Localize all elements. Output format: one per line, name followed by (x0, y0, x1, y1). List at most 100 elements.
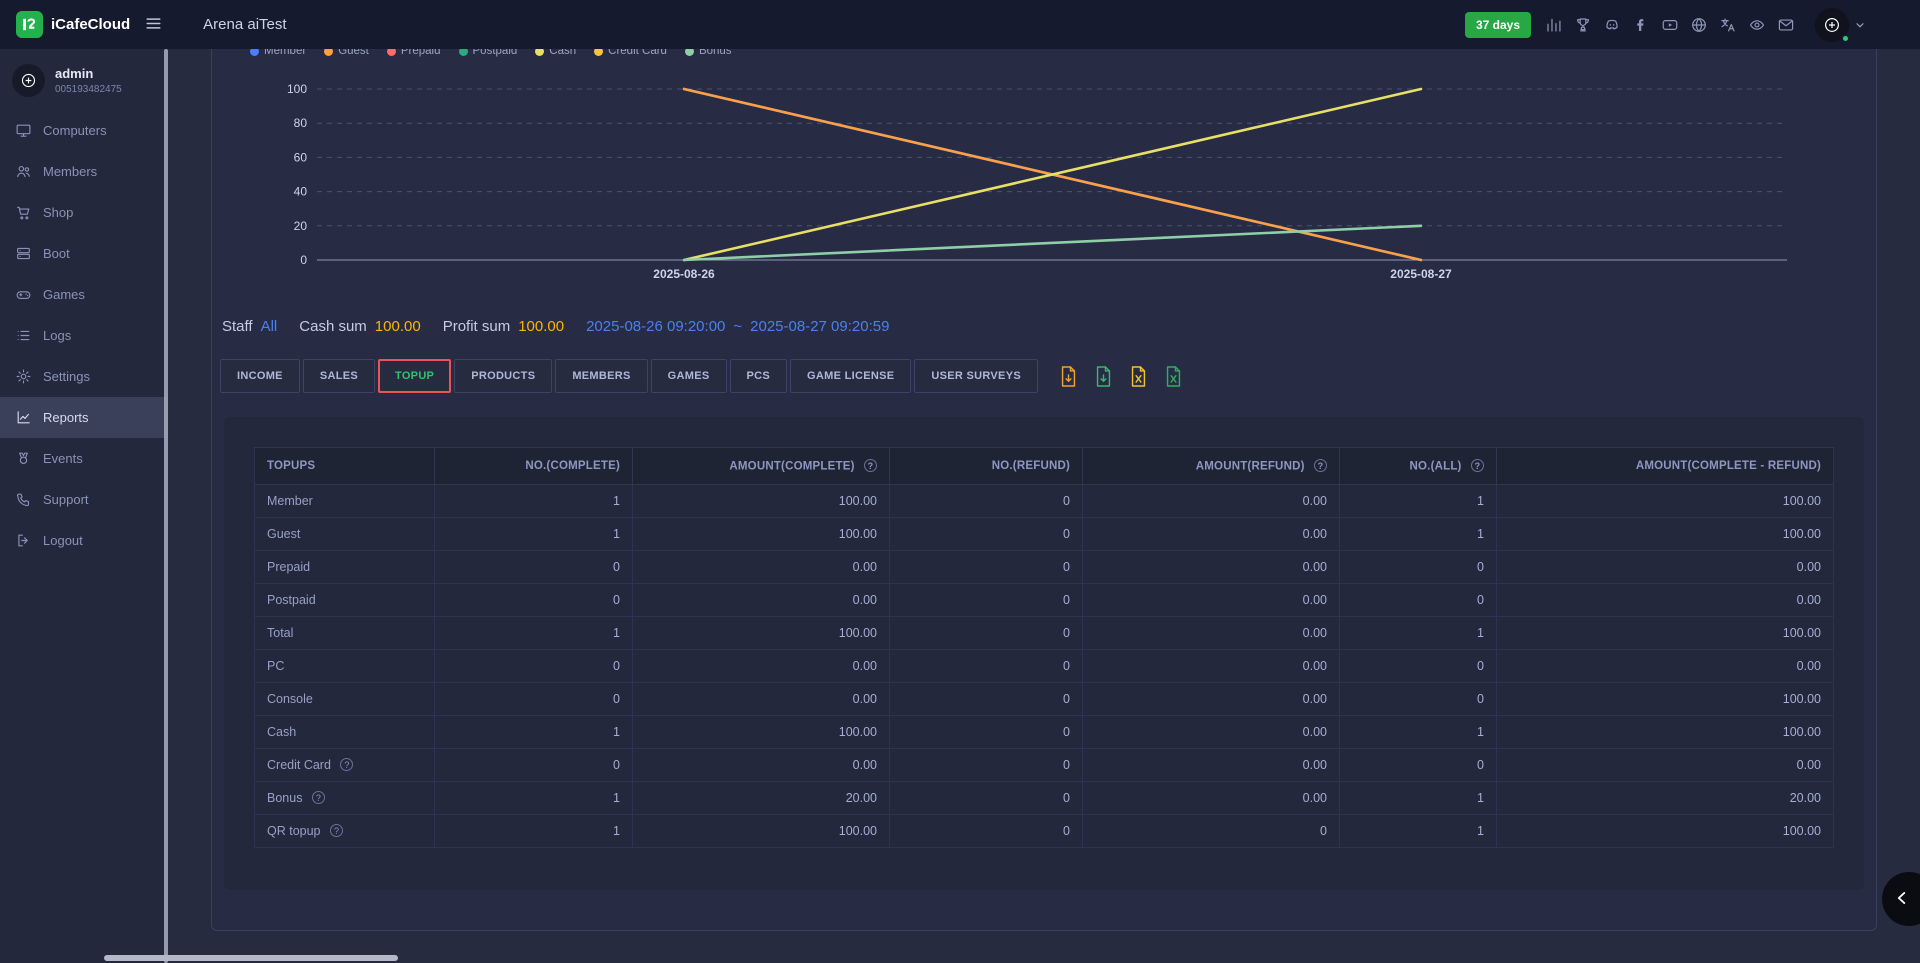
legend-strip: Member Guest Prepaid Postpaid Cash Credi… (212, 49, 1876, 62)
sidebar-item-reports[interactable]: Reports (0, 397, 168, 438)
sidebar-item-logs[interactable]: Logs (0, 315, 168, 356)
table-row-prepaid: Prepaid00.0000.0000.00 (255, 550, 1834, 583)
column-header-no-all: NO.(ALL) ? (1340, 448, 1497, 485)
cell: 0 (1340, 649, 1497, 682)
legend-item-member[interactable]: Member (250, 49, 306, 57)
website-icon[interactable] (1690, 16, 1708, 34)
sidebar-user-block[interactable]: admin 005193482475 (0, 49, 168, 110)
export-csv-icon[interactable] (1094, 365, 1113, 388)
topbar-icons (1545, 16, 1795, 34)
help-icon[interactable]: ? (864, 459, 877, 472)
cell: 0 (435, 682, 633, 715)
date-range-end[interactable]: 2025-08-27 09:20:59 (750, 318, 889, 335)
table-row-credit-card: Credit Card ?00.0000.0000.00 (255, 748, 1834, 781)
sidebar-item-members[interactable]: Members (0, 151, 168, 192)
export-xlsx-icon[interactable] (1164, 365, 1183, 388)
tab-games[interactable]: GAMES (651, 359, 727, 393)
cell: 0 (1083, 814, 1340, 847)
tab-user-surveys[interactable]: USER SURVEYS (914, 359, 1038, 393)
column-header-topups: TOPUPS (255, 448, 435, 485)
cell: 1 (1340, 781, 1497, 814)
sidebar-item-settings[interactable]: Settings (0, 356, 168, 397)
legend-dot (387, 49, 396, 56)
date-range-start[interactable]: 2025-08-26 09:20:00 (586, 318, 725, 335)
logout-icon (15, 532, 32, 549)
report-table: TOPUPSNO.(COMPLETE)AMOUNT(COMPLETE) ?NO.… (254, 447, 1834, 848)
cell: 0.00 (1497, 583, 1834, 616)
chart-legend: Member Guest Prepaid Postpaid Cash Credi… (212, 49, 1876, 61)
license-days-badge[interactable]: 37 days (1465, 12, 1531, 38)
tab-income[interactable]: INCOME (220, 359, 300, 393)
help-icon[interactable]: ? (312, 791, 325, 804)
events-icon (15, 450, 32, 467)
cell: 0.00 (1497, 748, 1834, 781)
cell: 0.00 (1083, 583, 1340, 616)
sidebar-item-logout[interactable]: Logout (0, 520, 168, 561)
legend-item-postpaid[interactable]: Postpaid (459, 49, 518, 57)
legend-item-credit-card[interactable]: Credit Card (594, 49, 667, 57)
reviews-icon[interactable] (1748, 16, 1766, 34)
analytics-icon[interactable] (1545, 16, 1563, 34)
table-row-cash: Cash1100.0000.001100.00 (255, 715, 1834, 748)
horizontal-scrollbar-thumb[interactable] (104, 955, 398, 961)
sidebar-scrollbar[interactable] (164, 49, 168, 963)
help-icon[interactable]: ? (1471, 459, 1484, 472)
export-xls-icon[interactable] (1129, 365, 1148, 388)
row-label: Cash (255, 715, 435, 748)
user-menu[interactable] (1815, 8, 1866, 42)
sidebar-item-boot[interactable]: Boot (0, 233, 168, 274)
row-label: Member (255, 484, 435, 517)
user-meta: admin 005193482475 (55, 66, 122, 95)
monitor-icon (15, 122, 32, 139)
tab-members[interactable]: MEMBERS (555, 359, 647, 393)
sidebar-nav: Computers Members Shop Boot Games Logs S… (0, 110, 168, 561)
legend-dot (535, 49, 544, 56)
table-row-member: Member1100.0000.001100.00 (255, 484, 1834, 517)
staff-filter-value[interactable]: All (261, 318, 278, 335)
cell: 1 (1340, 517, 1497, 550)
svg-text:100: 100 (287, 82, 307, 96)
legend-item-bonus[interactable]: Bonus (685, 49, 732, 57)
trophy-icon[interactable] (1574, 16, 1592, 34)
youtube-icon[interactable] (1661, 16, 1679, 34)
sidebar-toggle-button[interactable] (144, 14, 163, 36)
topbar-right: 37 days (1465, 8, 1866, 42)
svg-text:20: 20 (294, 219, 308, 233)
cell: 0 (890, 517, 1083, 550)
cell: 0 (890, 649, 1083, 682)
cell: 0 (1340, 550, 1497, 583)
translate-icon[interactable] (1719, 16, 1737, 34)
cell: 100.00 (1497, 616, 1834, 649)
cell: 0.00 (1083, 748, 1340, 781)
tab-products[interactable]: PRODUCTS (454, 359, 552, 393)
report-table-head-row: TOPUPSNO.(COMPLETE)AMOUNT(COMPLETE) ?NO.… (255, 448, 1834, 485)
sidebar-item-games[interactable]: Games (0, 274, 168, 315)
discord-icon[interactable] (1603, 16, 1621, 34)
main-content: Member Guest Prepaid Postpaid Cash Credi… (168, 49, 1920, 963)
avatar (1815, 8, 1849, 42)
tab-sales[interactable]: SALES (303, 359, 375, 393)
row-label: Total (255, 616, 435, 649)
tab-topup[interactable]: TOPUP (378, 359, 451, 393)
export-pdf-icon[interactable] (1059, 365, 1078, 388)
sidebar-item-shop[interactable]: Shop (0, 192, 168, 233)
facebook-icon[interactable] (1632, 16, 1650, 34)
games-icon (15, 286, 32, 303)
row-label: Guest (255, 517, 435, 550)
legend-item-prepaid[interactable]: Prepaid (387, 49, 441, 57)
mail-icon[interactable] (1777, 16, 1795, 34)
cell: 0.00 (1083, 517, 1340, 550)
legend-item-cash[interactable]: Cash (535, 49, 576, 57)
legend-item-guest[interactable]: Guest (324, 49, 369, 57)
help-icon[interactable]: ? (1314, 459, 1327, 472)
help-icon[interactable]: ? (330, 824, 343, 837)
help-icon[interactable]: ? (340, 758, 353, 771)
legend-dot (594, 49, 603, 56)
sidebar-item-support[interactable]: Support (0, 479, 168, 520)
sidebar-item-computers[interactable]: Computers (0, 110, 168, 151)
tab-pcs[interactable]: PCS (730, 359, 788, 393)
svg-text:2025-08-26: 2025-08-26 (653, 267, 715, 281)
sidebar-item-events[interactable]: Events (0, 438, 168, 479)
cell: 0.00 (1497, 649, 1834, 682)
tab-game-license[interactable]: GAME LICENSE (790, 359, 911, 393)
